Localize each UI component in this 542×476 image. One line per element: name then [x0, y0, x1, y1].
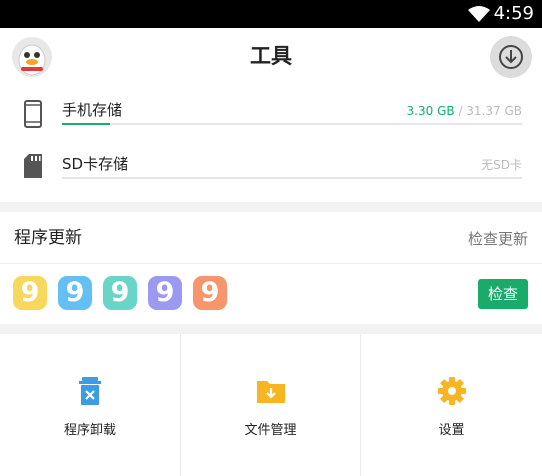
folder-icon — [256, 381, 285, 403]
gear-icon — [437, 377, 466, 405]
tools-grid: 程序卸载 文件管理 设置 — [0, 334, 542, 476]
phone-storage-row[interactable]: 手机存储 3.30 GB / 31.37 GB — [0, 86, 542, 134]
phone-storage-label: 手机存储 — [62, 101, 123, 119]
app-icon-orange[interactable]: 9 — [193, 276, 227, 310]
app-glyph: 9 — [155, 277, 175, 308]
divider — [0, 263, 542, 264]
download-icon — [499, 45, 523, 69]
app-icon-blue[interactable]: 9 — [58, 276, 92, 310]
update-section: 程序更新 检查更新 9 9 9 9 9 检查 — [0, 212, 542, 324]
app-icon-teal[interactable]: 9 — [103, 276, 137, 310]
download-button[interactable] — [490, 36, 532, 78]
sd-storage-bar — [62, 177, 522, 179]
phone-storage-bar — [62, 123, 522, 125]
app-icon-purple[interactable]: 9 — [148, 276, 182, 310]
app-icon-yellow[interactable]: 9 — [13, 276, 47, 310]
phone-storage-total: / 31.37 GB — [454, 104, 522, 118]
tool-uninstall-label: 程序卸载 — [63, 423, 116, 438]
status-time: 4:59 — [493, 3, 534, 24]
sd-storage-status: 无SD卡 — [481, 157, 522, 173]
tool-file-manager-label: 文件管理 — [244, 423, 297, 438]
app-glyph: 9 — [110, 277, 130, 308]
app-glyph: 9 — [65, 277, 85, 308]
phone-storage-value: 3.30 GB / 31.37 GB — [407, 103, 522, 119]
trash-icon — [79, 377, 101, 405]
app-glyph: 9 — [200, 277, 220, 308]
tool-settings[interactable]: 设置 — [361, 334, 542, 476]
wifi-icon — [468, 6, 490, 22]
tool-settings-label: 设置 — [438, 423, 465, 438]
app-header: 工具 — [0, 28, 542, 86]
check-updates-link[interactable]: 检查更新 — [468, 229, 528, 249]
phone-storage-used: 3.30 GB — [406, 104, 455, 118]
check-button[interactable]: 检查 — [478, 279, 528, 309]
page-title: 工具 — [250, 44, 292, 68]
phone-icon — [24, 100, 42, 128]
tool-file-manager[interactable]: 文件管理 — [181, 334, 360, 476]
sd-storage-total: 无SD卡 — [481, 158, 522, 172]
sd-storage-label: SD卡存储 — [62, 155, 129, 173]
app-glyph: 9 — [20, 277, 40, 308]
phone-storage-fill — [62, 123, 111, 125]
tool-uninstall[interactable]: 程序卸载 — [0, 334, 180, 476]
storage-panel: 手机存储 3.30 GB / 31.37 GB SD卡存储 无SD卡 — [0, 86, 542, 202]
sd-card-icon — [24, 154, 42, 178]
sd-storage-row[interactable]: SD卡存储 无SD卡 — [0, 140, 542, 188]
status-bar: 4:59 — [0, 0, 542, 28]
update-title: 程序更新 — [14, 228, 82, 248]
